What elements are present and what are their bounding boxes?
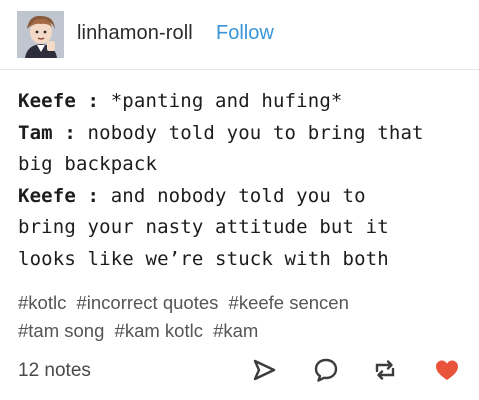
header-divider [0, 69, 479, 70]
reblog-button[interactable] [370, 355, 400, 385]
tag-list: #kotlc #incorrect quotes #keefe sencen #… [18, 289, 468, 345]
line-text: and nobody told you to [99, 184, 366, 207]
reply-button[interactable] [311, 355, 341, 385]
line-text: looks like we’re stuck with both [18, 247, 389, 270]
speaker-label: Keefe : [18, 184, 100, 207]
line-text: big backpack [18, 153, 158, 175]
avatar-image [17, 11, 64, 58]
reply-icon [314, 358, 338, 382]
post-line: big backpack [18, 149, 468, 181]
post-header: linhamon-roll Follow [0, 0, 479, 68]
tag-link[interactable]: #tam song [18, 320, 104, 341]
speaker-label: Tam : [18, 121, 76, 144]
tag-link[interactable]: #incorrect quotes [76, 292, 218, 313]
line-text: *panting and hufing* [99, 90, 343, 112]
reblog-icon [375, 360, 395, 380]
post-line: looks like we’re stuck with both [18, 244, 468, 276]
like-icon [436, 360, 458, 380]
share-icon [253, 359, 276, 381]
tag-link[interactable]: #keefe sencen [229, 292, 349, 313]
tag-link[interactable]: #kam kotlc [115, 320, 203, 341]
username-link[interactable]: linhamon-roll [77, 22, 193, 45]
post-line: bring your nasty attitude but it [18, 212, 468, 244]
post-footer: 12 notes [0, 348, 479, 392]
post-line: Keefe : and nobody told you to [18, 181, 468, 213]
tag-link[interactable]: #kam [213, 320, 258, 341]
post-line: Tam : nobody told you to bring that [18, 118, 468, 150]
tag-link[interactable]: #kotlc [18, 292, 66, 313]
like-button[interactable] [432, 355, 462, 385]
follow-button[interactable]: Follow [216, 22, 274, 45]
line-text: bring your nasty attitude but it [18, 216, 389, 238]
post-line: Keefe : *panting and hufing* [18, 86, 468, 118]
notes-count[interactable]: 12 notes [18, 360, 91, 382]
speaker-label: Keefe : [18, 90, 100, 112]
share-button[interactable] [249, 355, 279, 385]
line-text: nobody told you to bring that [75, 121, 424, 144]
post-body: Keefe : *panting and hufing* Tam : nobod… [18, 86, 468, 275]
avatar[interactable] [17, 11, 64, 58]
